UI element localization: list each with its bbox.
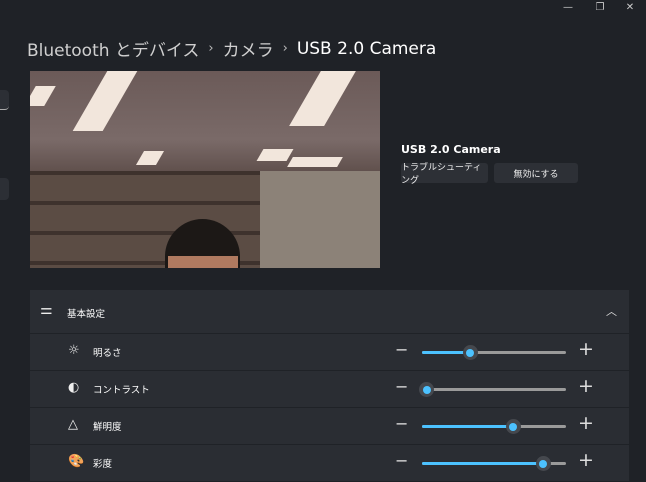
- setting-row: ☼ 明るさ − +: [30, 334, 629, 370]
- setting-label: コントラスト: [93, 385, 150, 396]
- slider-thumb[interactable]: [505, 419, 521, 434]
- page-title: USB 2.0 Camera: [296, 38, 437, 59]
- setting-label: 彩度: [93, 459, 113, 470]
- decrease-button[interactable]: −: [395, 340, 408, 359]
- increase-button[interactable]: +: [578, 412, 594, 434]
- breadcrumb-separator: ›: [208, 41, 214, 56]
- slider-fill: [422, 425, 513, 428]
- slider-thumb[interactable]: [462, 345, 478, 360]
- palette-icon: 🎨: [68, 454, 85, 469]
- maximize-button[interactable]: ❐: [589, 2, 611, 16]
- setting-label: 明るさ: [93, 348, 122, 359]
- basic-settings-header[interactable]: ⚌ 基本設定 ︿: [30, 290, 629, 333]
- decrease-button[interactable]: −: [395, 451, 408, 470]
- breadcrumb-bluetooth[interactable]: Bluetooth とデバイス: [27, 36, 199, 61]
- disable-button[interactable]: 無効にする: [494, 163, 578, 183]
- setting-slider[interactable]: [422, 419, 566, 434]
- slider-fill: [422, 462, 543, 465]
- camera-preview: [30, 71, 380, 268]
- increase-button[interactable]: +: [578, 338, 594, 360]
- slider-thumb[interactable]: [419, 382, 435, 397]
- increase-button[interactable]: +: [578, 449, 594, 471]
- setting-row: 🎨 彩度 − +: [30, 445, 629, 481]
- slider-thumb[interactable]: [535, 456, 551, 471]
- sharpness-icon: △: [68, 417, 78, 432]
- decrease-button[interactable]: −: [395, 377, 408, 396]
- sun-icon: ☼: [68, 343, 80, 358]
- sidebar-item-stub[interactable]: [0, 178, 9, 200]
- setting-slider[interactable]: [422, 456, 566, 471]
- section-title: 基本設定: [67, 309, 106, 320]
- setting-label: 鮮明度: [93, 422, 122, 433]
- device-name: USB 2.0 Camera: [401, 143, 501, 156]
- increase-button[interactable]: +: [578, 375, 594, 397]
- sidebar-search-stub[interactable]: [0, 90, 9, 110]
- setting-slider[interactable]: [419, 382, 566, 397]
- close-button[interactable]: ✕: [619, 2, 641, 16]
- setting-row: ◐ コントラスト − +: [30, 371, 629, 407]
- troubleshoot-button[interactable]: トラブルシューティング: [401, 163, 488, 186]
- breadcrumb: Bluetooth とデバイス › カメラ › USB 2.0 Camera: [27, 36, 437, 62]
- minimize-button[interactable]: —: [557, 2, 579, 16]
- setting-row: △ 鮮明度 − +: [30, 408, 629, 444]
- setting-slider[interactable]: [422, 345, 566, 360]
- chevron-up-icon[interactable]: ︿: [606, 303, 617, 319]
- contrast-icon: ◐: [68, 380, 80, 395]
- breadcrumb-separator: ›: [282, 41, 288, 56]
- breadcrumb-camera[interactable]: カメラ: [223, 36, 274, 61]
- decrease-button[interactable]: −: [395, 414, 408, 433]
- sliders-icon: ⚌: [40, 302, 53, 318]
